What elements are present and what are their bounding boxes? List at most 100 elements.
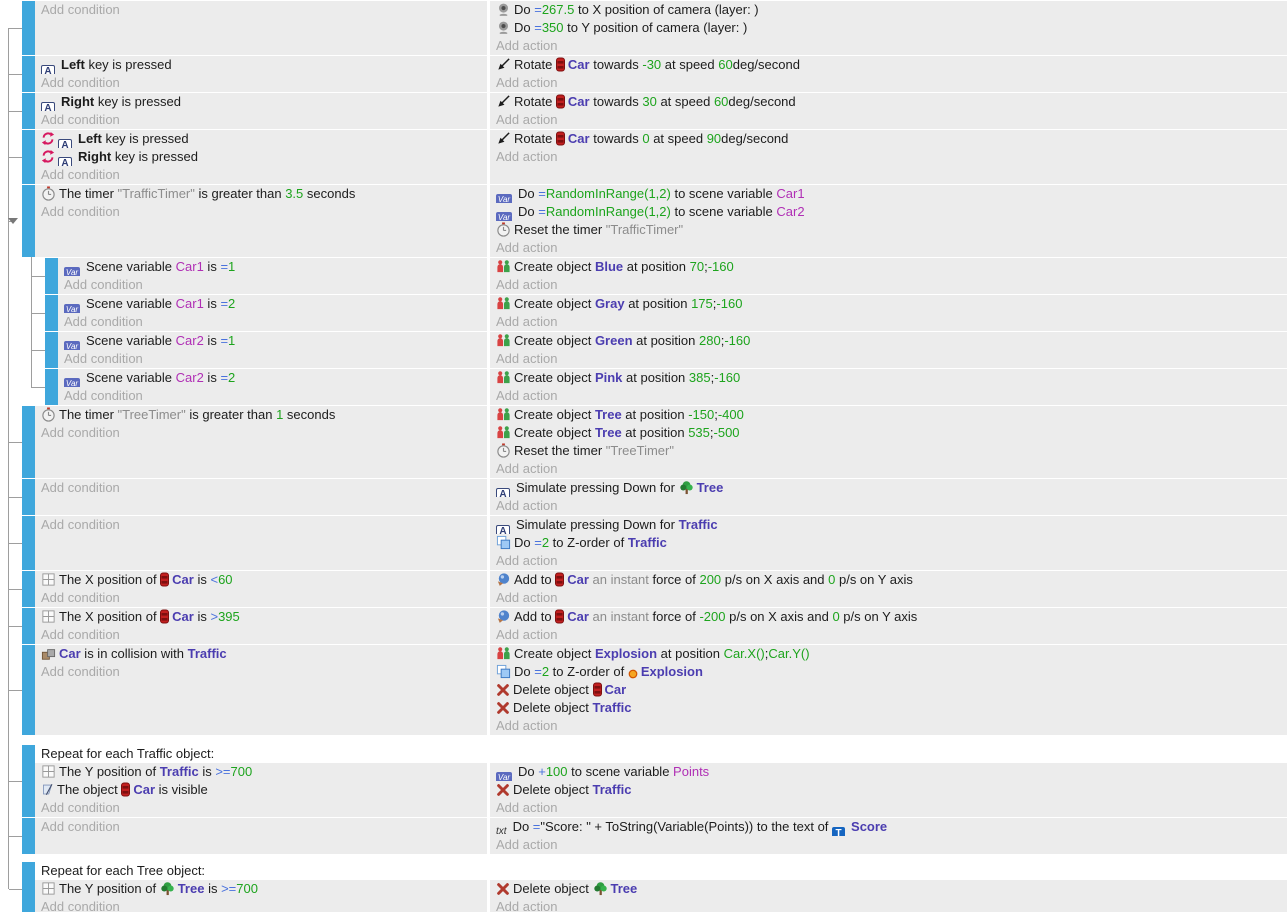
event[interactable]: Add conditionASimulate pressing Down for…	[22, 516, 1287, 570]
event[interactable]: The timer "TrafficTimer" is greater than…	[22, 185, 1287, 257]
condition-line[interactable]: VarScene variable Car1 is =2	[58, 295, 487, 313]
event-selection-bar[interactable]	[45, 369, 58, 405]
add-condition-link[interactable]: Add condition	[35, 74, 487, 92]
condition-line[interactable]: The timer "TreeTimer" is greater than 1 …	[35, 406, 487, 424]
condition-line[interactable]: ARight key is pressed	[35, 93, 487, 111]
action-line[interactable]: ASimulate pressing Down for Tree	[490, 479, 1287, 497]
add-condition-link[interactable]: Add condition	[35, 818, 487, 836]
action-line[interactable]: Create object Green at position 280;-160	[490, 332, 1287, 350]
action-line[interactable]: Delete object Tree	[490, 880, 1287, 898]
event-selection-bar[interactable]	[22, 93, 35, 129]
event-selection-bar[interactable]	[22, 745, 35, 817]
add-condition-link[interactable]: Add condition	[58, 276, 487, 294]
sub-event[interactable]: VarScene variable Car1 is =2Add conditio…	[45, 295, 1287, 331]
add-action-link[interactable]: Add action	[490, 350, 1287, 368]
add-condition-link[interactable]: Add condition	[35, 898, 487, 912]
action-line[interactable]: txtDo ="Score: " + ToString(Variable(Poi…	[490, 818, 1287, 836]
condition-line[interactable]: The Y position of Traffic is >=700	[35, 763, 487, 781]
add-condition-link[interactable]: Add condition	[35, 479, 487, 497]
event[interactable]: ALeft key is pressedAdd conditionRotate …	[22, 56, 1287, 92]
action-line[interactable]: Add to Car an instant force of 200 p/s o…	[490, 571, 1287, 589]
condition-line[interactable]: Car is in collision with Traffic	[35, 645, 487, 663]
condition-line[interactable]: VarScene variable Car1 is =1	[58, 258, 487, 276]
event[interactable]: The X position of Car is >395Add conditi…	[22, 608, 1287, 644]
event-selection-bar[interactable]	[22, 571, 35, 607]
action-line[interactable]: Do =267.5 to X position of camera (layer…	[490, 1, 1287, 19]
repeat-event[interactable]: Repeat for each Traffic object:The Y pos…	[22, 745, 1287, 817]
condition-line[interactable]: The Y position of Tree is >=700	[35, 880, 487, 898]
action-line[interactable]: Reset the timer "TreeTimer"	[490, 442, 1287, 460]
action-line[interactable]: Reset the timer "TrafficTimer"	[490, 221, 1287, 239]
add-action-link[interactable]: Add action	[490, 313, 1287, 331]
event-selection-bar[interactable]	[22, 608, 35, 644]
expand-arrow-icon[interactable]	[8, 218, 18, 224]
event[interactable]: The timer "TreeTimer" is greater than 1 …	[22, 406, 1287, 478]
event[interactable]: Car is in collision with TrafficAdd cond…	[22, 645, 1287, 735]
add-action-link[interactable]: Add action	[490, 589, 1287, 607]
condition-line[interactable]: The X position of Car is <60	[35, 571, 487, 589]
add-action-link[interactable]: Add action	[490, 37, 1287, 55]
add-condition-link[interactable]: Add condition	[35, 589, 487, 607]
add-action-link[interactable]: Add action	[490, 239, 1287, 257]
event-selection-bar[interactable]	[22, 56, 35, 92]
event-selection-bar[interactable]	[22, 516, 35, 570]
action-line[interactable]: Do =350 to Y position of camera (layer: …	[490, 19, 1287, 37]
add-condition-link[interactable]: Add condition	[35, 424, 487, 442]
add-action-link[interactable]: Add action	[490, 898, 1287, 912]
add-action-link[interactable]: Add action	[490, 717, 1287, 735]
action-line[interactable]: Rotate Car towards -30 at speed 60deg/se…	[490, 56, 1287, 74]
add-condition-link[interactable]: Add condition	[35, 111, 487, 129]
condition-line[interactable]: ALeft key is pressed	[35, 130, 487, 148]
add-action-link[interactable]: Add action	[490, 74, 1287, 92]
add-condition-link[interactable]: Add condition	[35, 626, 487, 644]
event-selection-bar[interactable]	[45, 295, 58, 331]
condition-line[interactable]: The object Car is visible	[35, 781, 487, 799]
action-line[interactable]: VarDo =RandomInRange(1,2) to scene varia…	[490, 203, 1287, 221]
add-condition-link[interactable]: Add condition	[35, 1, 487, 19]
action-line[interactable]: Delete object Traffic	[490, 699, 1287, 717]
sub-event[interactable]: VarScene variable Car2 is =1Add conditio…	[45, 332, 1287, 368]
action-line[interactable]: Do =2 to Z-order of Explosion	[490, 663, 1287, 681]
action-line[interactable]: Create object Tree at position -150;-400	[490, 406, 1287, 424]
action-line[interactable]: ASimulate pressing Down for Traffic	[490, 516, 1287, 534]
add-condition-link[interactable]: Add condition	[58, 313, 487, 331]
event[interactable]: ARight key is pressedAdd conditionRotate…	[22, 93, 1287, 129]
add-action-link[interactable]: Add action	[490, 111, 1287, 129]
sub-event[interactable]: VarScene variable Car2 is =2Add conditio…	[45, 369, 1287, 405]
condition-line[interactable]: The X position of Car is >395	[35, 608, 487, 626]
event-selection-bar[interactable]	[22, 862, 35, 912]
condition-line[interactable]: VarScene variable Car2 is =1	[58, 332, 487, 350]
action-line[interactable]: Create object Gray at position 175;-160	[490, 295, 1287, 313]
add-action-link[interactable]: Add action	[490, 552, 1287, 570]
action-line[interactable]: VarDo +100 to scene variable Points	[490, 763, 1287, 781]
add-action-link[interactable]: Add action	[490, 799, 1287, 817]
event[interactable]: Add conditionDo =267.5 to X position of …	[22, 1, 1287, 55]
event[interactable]: Add conditiontxtDo ="Score: " + ToString…	[22, 818, 1287, 854]
add-condition-link[interactable]: Add condition	[35, 663, 487, 681]
action-line[interactable]: Delete object Car	[490, 681, 1287, 699]
condition-line[interactable]: ARight key is pressed	[35, 148, 487, 166]
add-condition-link[interactable]: Add condition	[35, 799, 487, 817]
event-selection-bar[interactable]	[22, 818, 35, 854]
add-action-link[interactable]: Add action	[490, 836, 1287, 854]
repeat-header[interactable]: Repeat for each Traffic object:	[35, 745, 1287, 763]
add-action-link[interactable]: Add action	[490, 626, 1287, 644]
add-condition-link[interactable]: Add condition	[35, 166, 487, 184]
action-line[interactable]: Rotate Car towards 30 at speed 60deg/sec…	[490, 93, 1287, 111]
action-line[interactable]: Create object Explosion at position Car.…	[490, 645, 1287, 663]
add-action-link[interactable]: Add action	[490, 460, 1287, 478]
event-selection-bar[interactable]	[45, 332, 58, 368]
condition-line[interactable]: ALeft key is pressed	[35, 56, 487, 74]
add-condition-link[interactable]: Add condition	[35, 516, 487, 534]
event-selection-bar[interactable]	[22, 645, 35, 735]
add-action-link[interactable]: Add action	[490, 497, 1287, 515]
action-line[interactable]: Create object Pink at position 385;-160	[490, 369, 1287, 387]
add-condition-link[interactable]: Add condition	[58, 387, 487, 405]
action-line[interactable]: Delete object Traffic	[490, 781, 1287, 799]
add-action-link[interactable]: Add action	[490, 276, 1287, 294]
condition-line[interactable]: VarScene variable Car2 is =2	[58, 369, 487, 387]
add-condition-link[interactable]: Add condition	[58, 350, 487, 368]
add-action-link[interactable]: Add action	[490, 387, 1287, 405]
action-line[interactable]: Do =2 to Z-order of Traffic	[490, 534, 1287, 552]
event-selection-bar[interactable]	[22, 479, 35, 515]
